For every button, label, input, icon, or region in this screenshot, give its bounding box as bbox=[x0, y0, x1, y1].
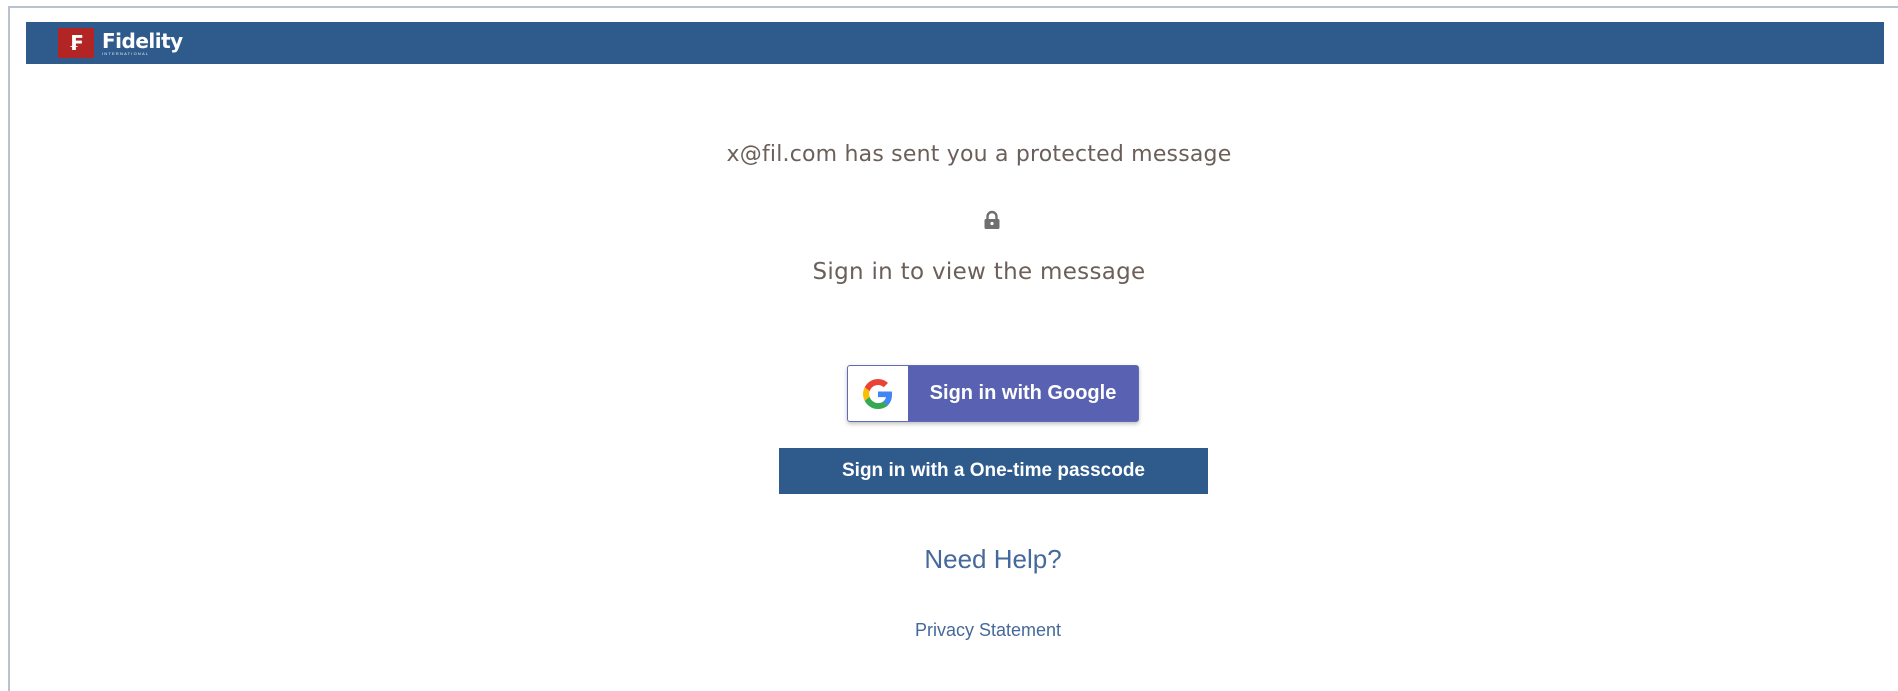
logo-wordmark: Fidelity INTERNATIONAL bbox=[102, 31, 183, 56]
header-bar: ₣ Fidelity INTERNATIONAL bbox=[26, 22, 1884, 64]
google-button-label: Sign in with Google bbox=[929, 382, 1117, 404]
fidelity-logo[interactable]: ₣ Fidelity INTERNATIONAL bbox=[58, 28, 183, 58]
page-frame bbox=[8, 6, 1898, 691]
need-help-link[interactable]: Need Help? bbox=[900, 544, 1086, 575]
logo-subtext: INTERNATIONAL bbox=[102, 50, 150, 56]
logo-text: Fidelity bbox=[102, 28, 183, 53]
sign-in-google-button[interactable]: Sign in with Google bbox=[847, 365, 1139, 422]
logo-badge: ₣ bbox=[58, 28, 94, 58]
sign-in-otp-button[interactable]: Sign in with a One-time passcode bbox=[779, 448, 1208, 494]
privacy-statement-link[interactable]: Privacy Statement bbox=[880, 620, 1096, 641]
lock-icon bbox=[983, 210, 1001, 230]
google-icon bbox=[848, 366, 908, 421]
sender-message-heading: x@fil.com has sent you a protected messa… bbox=[726, 142, 1232, 167]
sign-in-prompt: Sign in to view the message bbox=[812, 259, 1146, 285]
